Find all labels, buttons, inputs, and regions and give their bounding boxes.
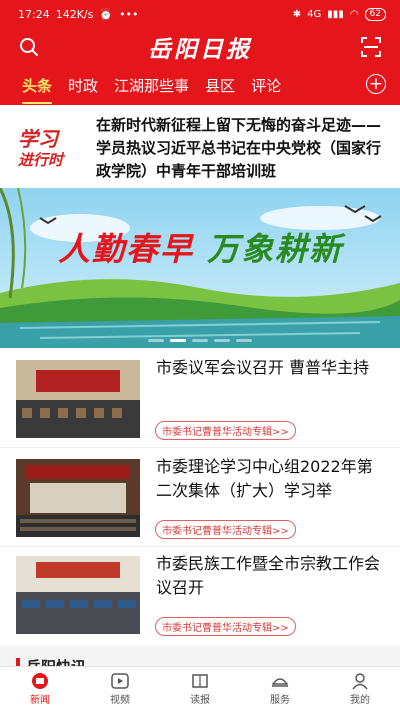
signal-label: 4G — [307, 8, 322, 20]
user-icon — [352, 673, 368, 690]
network-speed: 142K/s — [55, 7, 94, 21]
news-thumbnail — [16, 360, 140, 438]
carousel-dot-active[interactable] — [170, 339, 186, 342]
carousel-dot[interactable] — [214, 339, 230, 342]
news-title[interactable]: 市委理论学习中心组2022年第二次集体（扩大）学习举 — [156, 455, 384, 503]
news-tag[interactable]: 市委书记曹普华活动专辑>> — [155, 520, 296, 539]
nav-service[interactable]: 服务 — [240, 667, 320, 711]
banner-title-part1: 人勤春早 — [58, 230, 195, 268]
nav-read-paper-label: 读报 — [190, 695, 210, 706]
nav-service-label: 服务 — [270, 695, 290, 706]
study-logo-line1: 学习 — [18, 126, 58, 151]
feature-headline[interactable]: 在新时代新征程上留下无悔的奋斗足迹——学员热议习近平总书记在中央党校（国家行政学… — [96, 114, 400, 183]
nav-read-paper[interactable]: 读报 — [160, 667, 240, 711]
home-icon — [32, 673, 48, 689]
nav-me[interactable]: 我的 — [320, 667, 400, 711]
feature-banner[interactable]: 学习 进行时 在新时代新征程上留下无悔的奋斗足迹——学员热议习近平总书记在中央党… — [0, 110, 400, 187]
news-thumbnail — [16, 556, 140, 634]
carousel-dot[interactable] — [192, 339, 208, 342]
app-header: 17:24 142K/s ⏰ ••• ✱ 4G ▮▮▮ ◠ 62 岳阳日报 头条… — [0, 0, 400, 105]
scan-icon[interactable] — [358, 34, 384, 60]
carousel-dot[interactable] — [148, 339, 164, 342]
nav-video[interactable]: 视频 — [80, 667, 160, 711]
bottom-navigation: 新闻 视频 读报 服务 我的 — [0, 666, 400, 711]
app-logo: 岳阳日报 — [148, 36, 252, 63]
nav-me-label: 我的 — [350, 695, 370, 706]
carousel-dots — [0, 339, 400, 342]
tab-jianghu[interactable]: 江湖那些事 — [106, 75, 197, 96]
news-thumbnail — [16, 459, 140, 537]
news-title[interactable]: 市委民族工作暨全市宗教工作会议召开 — [156, 552, 384, 600]
news-tag[interactable]: 市委书记曹普华活动专辑>> — [155, 421, 296, 440]
carousel-dot[interactable] — [236, 339, 252, 342]
alarm-icon: ⏰ — [99, 7, 114, 21]
banner-title-part2: 万象耕新 — [207, 230, 344, 268]
study-column-logo: 学习 进行时 — [0, 128, 96, 170]
divider — [0, 447, 400, 448]
wifi-icon: ◠ — [349, 8, 359, 20]
newspaper-icon — [192, 674, 208, 688]
banner-title: 人勤春早 万象耕新 — [58, 224, 343, 270]
banner-carousel[interactable]: 人勤春早 万象耕新 — [0, 188, 400, 348]
bluetooth-icon: ✱ — [292, 8, 302, 20]
tab-headline[interactable]: 头条 — [14, 75, 60, 104]
nav-news[interactable]: 新闻 — [0, 667, 80, 711]
search-icon[interactable] — [16, 34, 42, 60]
news-item[interactable]: 市委理论学习中心组2022年第二次集体（扩大）学习举 市委书记曹普华活动专辑>> — [0, 455, 400, 553]
status-more: ••• — [119, 7, 139, 21]
study-logo-line2: 进行时 — [18, 150, 64, 169]
news-title[interactable]: 市委议军会议召开 曹普华主持 — [156, 356, 384, 380]
service-icon — [271, 678, 289, 687]
section-header: 岳阳快讯 — [0, 646, 400, 676]
tab-county[interactable]: 县区 — [197, 75, 243, 96]
battery-indicator: 62 — [364, 7, 386, 21]
video-icon — [111, 673, 129, 689]
status-time: 17:24 — [18, 7, 50, 21]
nav-news-label: 新闻 — [30, 695, 50, 706]
nav-video-label: 视频 — [110, 695, 130, 706]
signal-icon: ▮▮▮ — [327, 8, 344, 20]
tab-commentary[interactable]: 评论 — [243, 75, 289, 96]
add-channel-button[interactable]: + — [366, 74, 386, 94]
news-item[interactable]: 市委民族工作暨全市宗教工作会议召开 市委书记曹普华活动专辑>> — [0, 552, 400, 650]
channel-tabs: 头条 时政 江湖那些事 县区 评论 + — [0, 66, 400, 105]
news-tag[interactable]: 市委书记曹普华活动专辑>> — [155, 617, 296, 636]
news-item[interactable]: 市委议军会议召开 曹普华主持 市委书记曹普华活动专辑>> — [0, 356, 400, 454]
tab-politics[interactable]: 时政 — [60, 75, 106, 96]
divider — [0, 546, 400, 547]
status-bar: 17:24 142K/s ⏰ ••• ✱ 4G ▮▮▮ ◠ 62 — [0, 0, 400, 28]
top-bar: 岳阳日报 — [0, 28, 400, 66]
